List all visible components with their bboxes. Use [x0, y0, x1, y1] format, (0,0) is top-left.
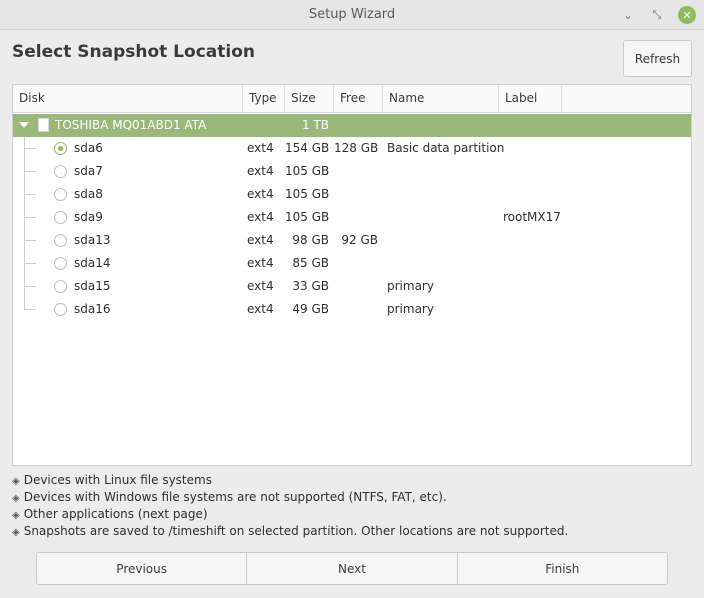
notes-list: ◈ Devices with Linux file systems ◈ Device… — [12, 472, 692, 540]
tree-branch — [24, 286, 36, 287]
disk-name: TOSHIBA MQ01ABD1 ATA — [55, 118, 207, 132]
partition-type: ext4 — [247, 141, 274, 155]
table-header: Disk Type Size Free Name Label — [13, 85, 691, 113]
partition-size: 85 GB — [292, 256, 329, 270]
tree-branch — [24, 309, 36, 310]
partition-row-sda13[interactable]: sda13 ext4 98 GB 92 GB — [13, 229, 691, 252]
diamond-bullet-icon: ◈ — [12, 527, 20, 538]
partition-device: sda9 — [74, 210, 103, 224]
partition-radio[interactable] — [54, 280, 67, 293]
partition-radio[interactable] — [54, 211, 67, 224]
partition-type: ext4 — [247, 187, 274, 201]
tree-branch — [24, 148, 36, 149]
partition-row-sda15[interactable]: sda15 ext4 33 GB primary — [13, 275, 691, 298]
partition-device: sda15 — [74, 279, 111, 293]
partition-type: ext4 — [247, 256, 274, 270]
previous-button[interactable]: Previous — [37, 553, 246, 584]
column-header-type[interactable]: Type — [243, 85, 285, 112]
partition-row-sda16[interactable]: sda16 ext4 49 GB primary — [13, 298, 691, 321]
minimize-icon: ⌄ — [623, 8, 633, 22]
partition-radio[interactable] — [54, 188, 67, 201]
partition-label: rootMX17 — [503, 210, 561, 224]
column-header-name[interactable]: Name — [383, 85, 499, 112]
partition-row-sda7[interactable]: sda7 ext4 105 GB — [13, 160, 691, 183]
partition-type: ext4 — [247, 279, 274, 293]
column-header-disk[interactable]: Disk — [13, 85, 243, 112]
partition-size: 105 GB — [285, 210, 330, 224]
column-header-size[interactable]: Size — [285, 85, 334, 112]
finish-button[interactable]: Finish — [456, 553, 667, 584]
partition-size: 154 GB — [285, 141, 330, 155]
partition-radio[interactable] — [54, 142, 67, 155]
partition-free: 92 GB — [341, 233, 378, 247]
column-header-free[interactable]: Free — [334, 85, 383, 112]
note-item: ◈ Devices with Windows file systems are n… — [12, 490, 447, 504]
partition-type: ext4 — [247, 302, 274, 316]
maximize-button[interactable]: ⤡ — [648, 6, 666, 24]
maximize-icon: ⤡ — [652, 8, 662, 21]
partition-radio[interactable] — [54, 257, 67, 270]
note-item: ◈ Devices with Linux file systems — [12, 473, 212, 487]
partition-size: 105 GB — [285, 164, 330, 178]
minimize-button[interactable]: ⌄ — [619, 6, 637, 24]
partition-device: sda14 — [74, 256, 111, 270]
partition-size: 98 GB — [292, 233, 329, 247]
disk-icon — [38, 118, 49, 132]
disk-size: 1 TB — [301, 118, 329, 132]
title-bar: Setup Wizard ⌄ ⤡ ✕ — [0, 0, 704, 30]
diamond-bullet-icon: ◈ — [12, 510, 20, 521]
tree-branch — [24, 171, 36, 172]
diamond-bullet-icon: ◈ — [12, 493, 20, 504]
tree-branch — [24, 263, 36, 264]
partition-name: primary — [387, 279, 434, 293]
partition-name: Basic data partition — [387, 141, 505, 155]
note-item: ◈ Snapshots are saved to /timeshift on se… — [12, 524, 569, 538]
expander-arrow-icon[interactable] — [19, 122, 29, 128]
diamond-bullet-icon: ◈ — [12, 476, 20, 487]
partition-radio[interactable] — [54, 303, 67, 316]
partition-device: sda13 — [74, 233, 111, 247]
partition-size: 105 GB — [285, 187, 330, 201]
next-button[interactable]: Next — [246, 553, 456, 584]
partition-device: sda8 — [74, 187, 103, 201]
partition-type: ext4 — [247, 233, 274, 247]
wizard-navigation: Previous Next Finish — [36, 552, 668, 585]
tree-branch — [24, 240, 36, 241]
partition-radio[interactable] — [54, 234, 67, 247]
partition-device: sda7 — [74, 164, 103, 178]
partition-row-sda14[interactable]: sda14 ext4 85 GB — [13, 252, 691, 275]
note-item: ◈ Other applications (next page) — [12, 507, 208, 521]
partition-row-sda6[interactable]: sda6 ext4 154 GB 128 GB Basic data partition — [13, 137, 691, 160]
partition-size: 33 GB — [292, 279, 329, 293]
window-title: Setup Wizard — [308, 7, 396, 22]
refresh-button[interactable]: Refresh — [623, 40, 692, 77]
close-button[interactable]: ✕ — [678, 6, 696, 24]
partition-name: primary — [387, 302, 434, 316]
page-title: Select Snapshot Location — [12, 42, 255, 62]
partition-row-sda9[interactable]: sda9 ext4 105 GB rootMX17 — [13, 206, 691, 229]
column-header-label[interactable]: Label — [499, 85, 562, 112]
close-icon: ✕ — [682, 8, 692, 22]
tree-branch — [24, 194, 36, 195]
partition-device: sda16 — [74, 302, 111, 316]
partition-row-sda8[interactable]: sda8 ext4 105 GB — [13, 183, 691, 206]
partition-radio[interactable] — [54, 165, 67, 178]
tree-branch — [24, 217, 36, 218]
partition-table: Disk Type Size Free Name Label TOSHIBA M… — [12, 84, 692, 466]
partition-type: ext4 — [247, 164, 274, 178]
partition-size: 49 GB — [292, 302, 329, 316]
disk-row[interactable]: TOSHIBA MQ01ABD1 ATA 1 TB — [13, 114, 691, 137]
partition-type: ext4 — [247, 210, 274, 224]
partition-free: 128 GB — [334, 141, 379, 155]
partition-device: sda6 — [74, 141, 103, 155]
